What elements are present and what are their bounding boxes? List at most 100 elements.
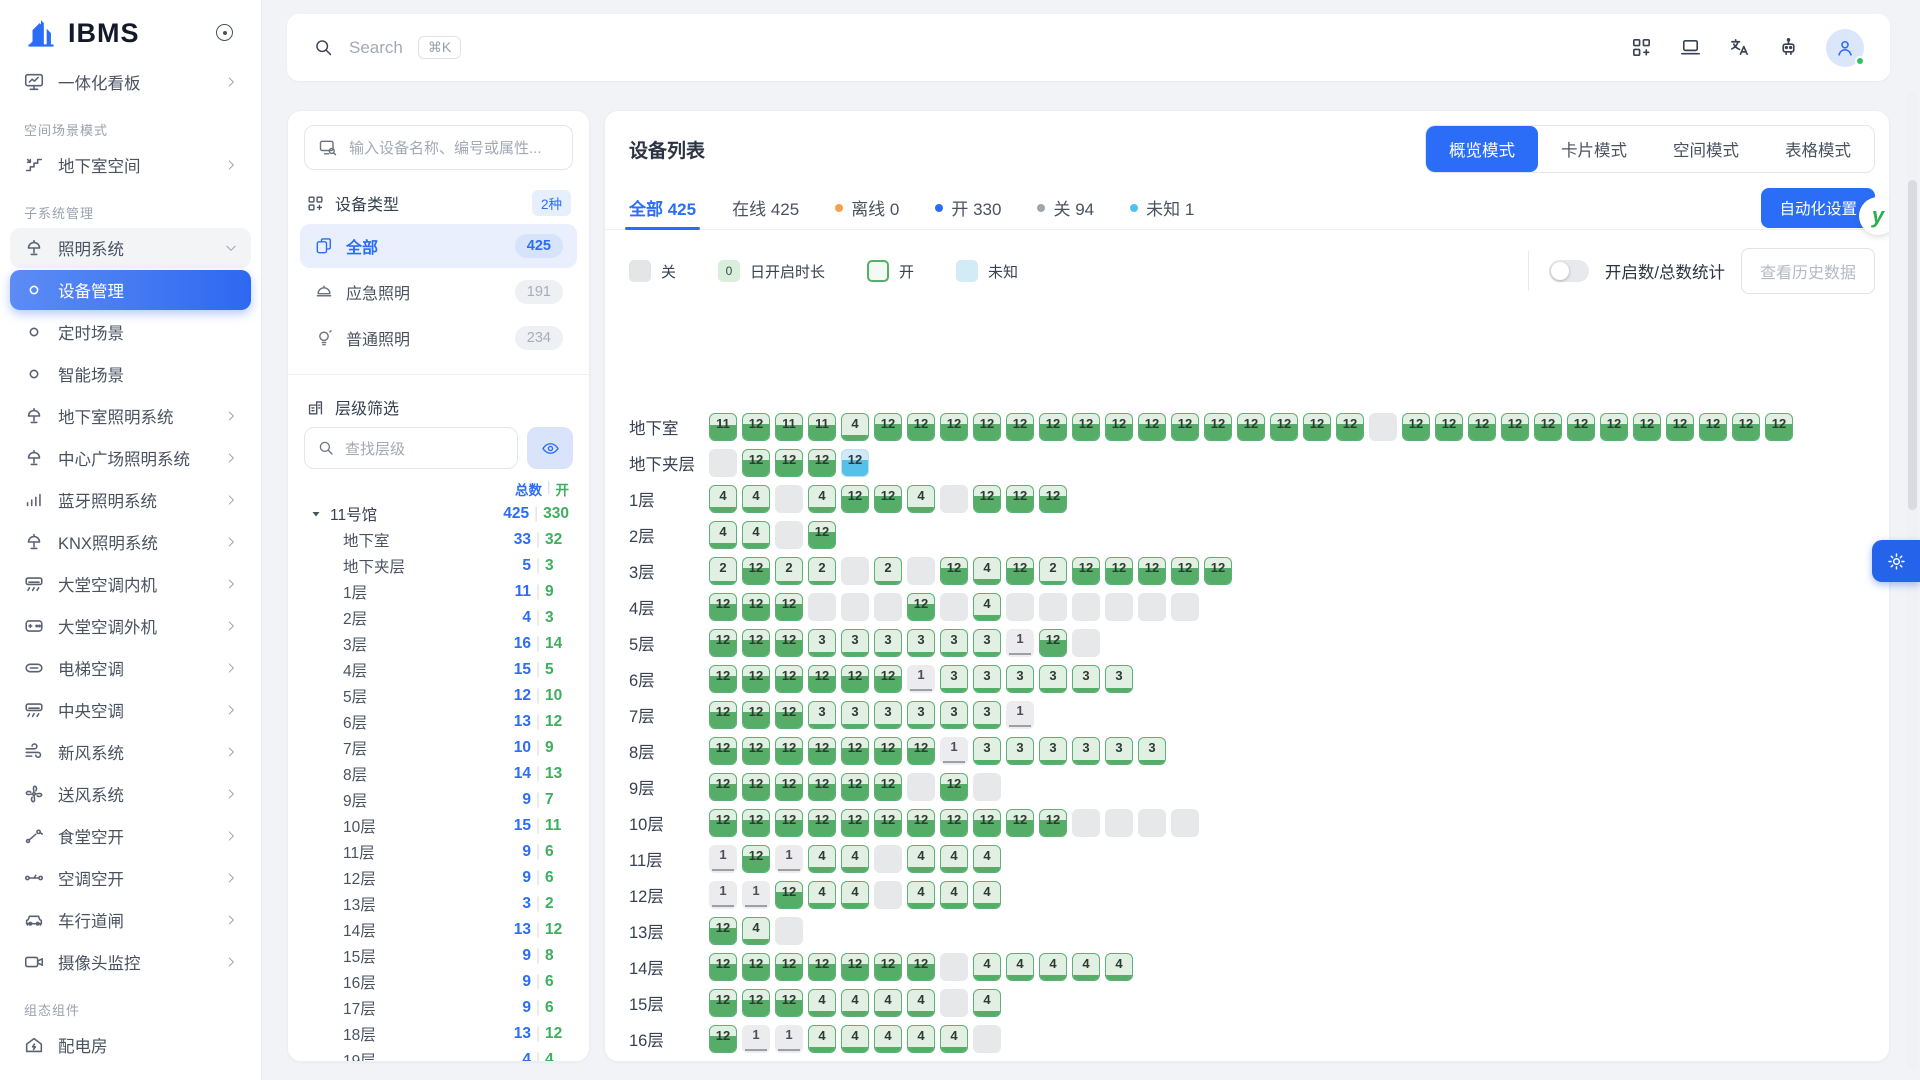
- device-chip[interactable]: 12: [709, 665, 737, 693]
- device-chip[interactable]: 1: [940, 737, 968, 765]
- device-chip[interactable]: 4: [742, 917, 770, 945]
- device-chip[interactable]: 12: [742, 809, 770, 837]
- tree-node-floor[interactable]: 1层11|9: [288, 579, 589, 605]
- device-chip[interactable]: 1: [1006, 629, 1034, 657]
- device-chip[interactable]: 4: [973, 593, 1001, 621]
- status-tab[interactable]: 未知 1: [1130, 186, 1194, 229]
- device-chip[interactable]: 12: [742, 629, 770, 657]
- tree-node-floor[interactable]: 2层4|3: [288, 605, 589, 631]
- device-chip[interactable]: [1369, 413, 1397, 441]
- stats-toggle[interactable]: [1549, 260, 1589, 282]
- device-type-item[interactable]: 应急照明191: [300, 270, 577, 314]
- device-chip[interactable]: [940, 593, 968, 621]
- device-chip[interactable]: 3: [940, 629, 968, 657]
- tree-node-floor[interactable]: 10层15|11: [288, 813, 589, 839]
- device-chip[interactable]: 12: [775, 449, 803, 477]
- device-chip[interactable]: [973, 1025, 1001, 1053]
- device-chip[interactable]: 11: [709, 413, 737, 441]
- device-chip[interactable]: [775, 917, 803, 945]
- device-chip[interactable]: 3: [1105, 665, 1133, 693]
- device-chip[interactable]: 4: [742, 485, 770, 513]
- device-chip[interactable]: 12: [841, 449, 869, 477]
- device-chip[interactable]: 12: [1699, 413, 1727, 441]
- view-history-button[interactable]: 查看历史数据: [1741, 248, 1875, 294]
- device-chip[interactable]: 12: [973, 413, 1001, 441]
- device-chip[interactable]: 12: [1666, 413, 1694, 441]
- laptop-icon[interactable]: [1679, 36, 1702, 59]
- device-chip[interactable]: 3: [1006, 665, 1034, 693]
- tree-node-floor[interactable]: 18层13|12: [288, 1021, 589, 1047]
- device-chip[interactable]: [709, 449, 737, 477]
- device-chip[interactable]: [874, 593, 902, 621]
- device-chip[interactable]: [1006, 593, 1034, 621]
- device-chip[interactable]: 12: [808, 521, 836, 549]
- device-chip[interactable]: 12: [1072, 557, 1100, 585]
- device-chip[interactable]: 4: [907, 989, 935, 1017]
- translate-icon[interactable]: [1728, 36, 1751, 59]
- device-chip[interactable]: 4: [973, 989, 1001, 1017]
- device-chip[interactable]: 4: [841, 881, 869, 909]
- device-chip[interactable]: 4: [973, 953, 1001, 981]
- device-chip[interactable]: 12: [1006, 557, 1034, 585]
- device-chip[interactable]: 12: [742, 665, 770, 693]
- sidebar-item[interactable]: 车行道闸: [10, 900, 251, 940]
- sidebar-item[interactable]: 配电房: [10, 1025, 251, 1065]
- device-chip[interactable]: 1: [709, 845, 737, 873]
- device-chip[interactable]: [973, 773, 1001, 801]
- status-tab[interactable]: 在线 425: [732, 186, 799, 229]
- tree-node-floor[interactable]: 19层4|4: [288, 1047, 589, 1062]
- sidebar-item[interactable]: 地下室空间: [10, 145, 251, 185]
- status-tab[interactable]: 关 94: [1037, 186, 1094, 229]
- device-chip[interactable]: 12: [1039, 629, 1067, 657]
- device-chip[interactable]: 2: [709, 557, 737, 585]
- device-chip[interactable]: 12: [1303, 413, 1331, 441]
- device-chip[interactable]: [1138, 809, 1166, 837]
- device-chip[interactable]: [1138, 593, 1166, 621]
- device-chip[interactable]: 2: [775, 557, 803, 585]
- device-chip[interactable]: 12: [775, 665, 803, 693]
- device-chip[interactable]: 3: [907, 629, 935, 657]
- device-chip[interactable]: 12: [742, 593, 770, 621]
- view-mode-option[interactable]: 卡片模式: [1538, 126, 1650, 172]
- device-chip[interactable]: 12: [1270, 413, 1298, 441]
- device-chip[interactable]: [1039, 593, 1067, 621]
- device-chip[interactable]: 12: [841, 737, 869, 765]
- device-chip[interactable]: 11: [808, 413, 836, 441]
- device-chip[interactable]: 3: [973, 629, 1001, 657]
- sidebar-collapse-icon[interactable]: [216, 24, 233, 41]
- view-mode-active[interactable]: 概览模式: [1426, 126, 1538, 172]
- tree-node-floor[interactable]: 5层12|10: [288, 683, 589, 709]
- device-chip[interactable]: 12: [841, 485, 869, 513]
- device-chip[interactable]: 12: [775, 953, 803, 981]
- device-chip[interactable]: 12: [1006, 485, 1034, 513]
- automation-settings-button[interactable]: 自动化设置: [1761, 188, 1875, 228]
- device-type-item[interactable]: 普通照明234: [300, 316, 577, 360]
- device-chip[interactable]: 12: [742, 737, 770, 765]
- device-chip[interactable]: [1072, 629, 1100, 657]
- device-chip[interactable]: 12: [1435, 413, 1463, 441]
- device-chip[interactable]: [775, 485, 803, 513]
- tree-node-floor[interactable]: 16层9|6: [288, 969, 589, 995]
- device-chip[interactable]: 4: [907, 845, 935, 873]
- device-chip[interactable]: 3: [808, 701, 836, 729]
- device-chip[interactable]: 4: [973, 557, 1001, 585]
- sidebar-item[interactable]: KNX照明系统: [10, 522, 251, 562]
- device-chip[interactable]: 12: [1402, 413, 1430, 441]
- device-chip[interactable]: [940, 485, 968, 513]
- device-chip[interactable]: 12: [742, 773, 770, 801]
- device-chip[interactable]: 12: [1138, 557, 1166, 585]
- device-chip[interactable]: 12: [775, 737, 803, 765]
- device-search-input[interactable]: 输入设备名称、编号或属性...: [304, 125, 573, 170]
- device-chip[interactable]: 1: [742, 881, 770, 909]
- device-chip[interactable]: 4: [973, 881, 1001, 909]
- device-chip[interactable]: 12: [841, 773, 869, 801]
- device-chip[interactable]: 12: [775, 701, 803, 729]
- global-search-input[interactable]: Search ⌘K: [313, 36, 1630, 59]
- device-chip[interactable]: 3: [1138, 737, 1166, 765]
- device-chip[interactable]: 2: [808, 557, 836, 585]
- device-chip[interactable]: 12: [940, 413, 968, 441]
- device-chip[interactable]: 12: [709, 629, 737, 657]
- device-chip[interactable]: 12: [742, 413, 770, 441]
- device-chip[interactable]: 12: [1138, 413, 1166, 441]
- device-type-item[interactable]: 全部425: [300, 224, 577, 268]
